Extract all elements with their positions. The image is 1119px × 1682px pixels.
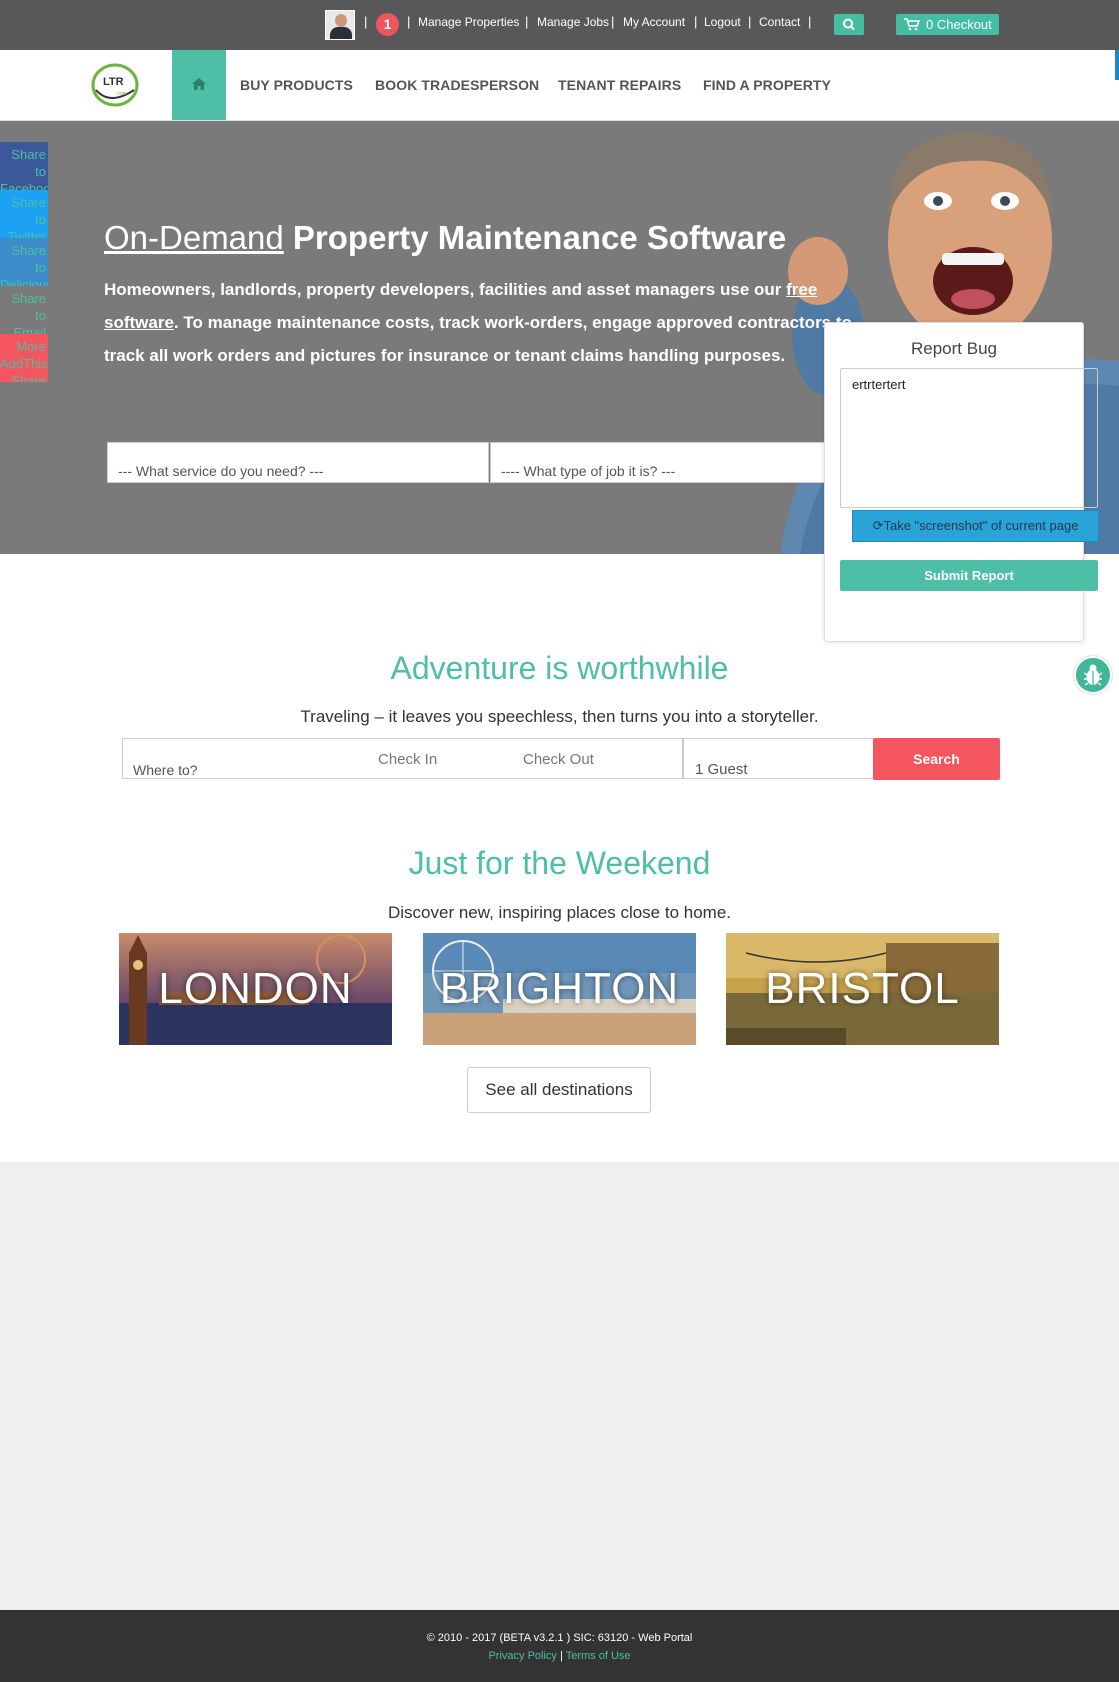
report-bug-panel: Report Bug ertrtertert ⟳Take "screenshot… bbox=[824, 322, 1099, 642]
take-screenshot-label: Take "screenshot" of current page bbox=[883, 518, 1079, 533]
submit-report-button[interactable]: Submit Report bbox=[840, 560, 1098, 591]
report-bug-toggle[interactable] bbox=[1074, 656, 1112, 694]
share-twitter-button[interactable]: Share to Twitter bbox=[0, 190, 48, 238]
top-bar: | 1 | Manage Properties | Manage Jobs | … bbox=[0, 0, 1119, 50]
city-name-london: LONDON bbox=[158, 964, 353, 1013]
weekend-heading: Just for the Weekend bbox=[408, 845, 711, 881]
city-name-bristol: BRISTOL bbox=[765, 964, 960, 1013]
hero-title-highlight: On-Demand bbox=[104, 219, 284, 256]
checkout-button[interactable]: 0 Checkout bbox=[896, 14, 999, 35]
report-bug-title: Report Bug bbox=[911, 339, 997, 358]
adventure-heading: Adventure is worthwhile bbox=[390, 650, 729, 686]
nav-tenant-repairs[interactable]: TENANT REPAIRS bbox=[558, 77, 681, 93]
refresh-icon: ⟳ bbox=[872, 518, 884, 533]
privacy-policy-link[interactable]: Privacy Policy bbox=[488, 1650, 556, 1662]
weekend-subtitle: Discover new, inspiring places close to … bbox=[388, 903, 731, 922]
nav-book-tradesperson[interactable]: BOOK TRADESPERSON bbox=[375, 77, 539, 93]
separator: | bbox=[808, 14, 812, 29]
separator: | bbox=[611, 14, 615, 29]
search-icon bbox=[843, 18, 855, 31]
separator: | bbox=[525, 14, 529, 29]
adventure-subtitle: Traveling – it leaves you speechless, th… bbox=[300, 707, 819, 726]
footer: © 2010 - 2017 (BETA v3.2.1 ) SIC: 63120 … bbox=[0, 1610, 1119, 1682]
separator: | bbox=[407, 14, 411, 29]
see-all-destinations-button[interactable]: See all destinations bbox=[467, 1067, 651, 1113]
manage-jobs-link[interactable]: Manage Jobs bbox=[537, 15, 609, 29]
home-button[interactable] bbox=[172, 50, 226, 120]
copyright-text: © 2010 - 2017 (BETA v3.2.1 ) SIC: 63120 … bbox=[426, 1632, 693, 1644]
guests-select[interactable]: 1 Guest bbox=[683, 738, 874, 779]
footer-separator: | bbox=[560, 1650, 563, 1662]
footer-links: Privacy Policy | Terms of Use bbox=[0, 1650, 1119, 1662]
city-card-london[interactable]: LONDON bbox=[119, 933, 392, 1045]
contact-link[interactable]: Contact bbox=[759, 15, 800, 29]
terms-of-use-link[interactable]: Terms of Use bbox=[566, 1650, 631, 1662]
where-to-input[interactable]: Where to? bbox=[122, 738, 364, 779]
bug-icon bbox=[1083, 664, 1103, 686]
job-type-select[interactable]: ---- What type of job it is? --- bbox=[490, 442, 830, 483]
city-card-brighton[interactable]: BRIGHTON bbox=[423, 933, 696, 1045]
nav-find-property[interactable]: FIND A PROPERTY bbox=[703, 77, 831, 93]
search-button[interactable] bbox=[834, 14, 864, 35]
my-account-link[interactable]: My Account bbox=[623, 15, 685, 29]
bug-description-textarea[interactable]: ertrtertert bbox=[840, 368, 1098, 508]
take-screenshot-button[interactable]: ⟳Take "screenshot" of current page bbox=[852, 510, 1099, 542]
main-nav: LTR .com BUY PRODUCTS BOOK TRADESPERSON … bbox=[0, 50, 1119, 121]
ltr-logo[interactable]: LTR .com bbox=[90, 60, 142, 110]
user-avatar[interactable] bbox=[325, 10, 355, 40]
share-more-button[interactable]: More AddThis Share bbox=[0, 334, 48, 382]
cart-icon bbox=[904, 18, 920, 31]
logout-link[interactable]: Logout bbox=[704, 15, 741, 29]
date-range-input[interactable]: Check In Check Out bbox=[363, 738, 683, 779]
home-icon bbox=[192, 78, 206, 90]
hero-text-part1: Homeowners, landlords, property develope… bbox=[104, 280, 787, 299]
share-delicious-button[interactable]: Share to Delicious bbox=[0, 238, 48, 286]
checkout-label: 0 Checkout bbox=[926, 17, 992, 32]
hero-title-rest: Property Maintenance Software bbox=[292, 219, 787, 256]
separator: | bbox=[748, 14, 752, 29]
manage-properties-link[interactable]: Manage Properties bbox=[418, 15, 519, 29]
hero-title: On-Demand Property Maintenance Software bbox=[104, 219, 786, 257]
check-in-field[interactable]: Check In bbox=[378, 751, 437, 768]
nav-buy-products[interactable]: BUY PRODUCTS bbox=[240, 77, 353, 93]
city-card-bristol[interactable]: BRISTOL bbox=[726, 933, 999, 1045]
svg-text:.com: .com bbox=[116, 91, 127, 97]
hero-description: Homeowners, landlords, property develope… bbox=[104, 273, 884, 372]
share-email-button[interactable]: Share to Email bbox=[0, 286, 48, 334]
separator: | bbox=[694, 14, 698, 29]
search-submit-button[interactable]: Search bbox=[873, 738, 1000, 780]
hero-text-part2: . To manage maintenance costs, track wor… bbox=[104, 313, 852, 365]
check-out-field[interactable]: Check Out bbox=[523, 751, 594, 768]
nav-accent-bar bbox=[1115, 50, 1119, 80]
svg-text:LTR: LTR bbox=[103, 76, 124, 88]
separator: | bbox=[364, 14, 368, 29]
share-facebook-button[interactable]: Share to Facebook bbox=[0, 142, 48, 190]
service-select[interactable]: --- What service do you need? --- bbox=[107, 442, 489, 483]
city-name-brighton: BRIGHTON bbox=[439, 964, 680, 1013]
notification-badge[interactable]: 1 bbox=[376, 13, 399, 36]
